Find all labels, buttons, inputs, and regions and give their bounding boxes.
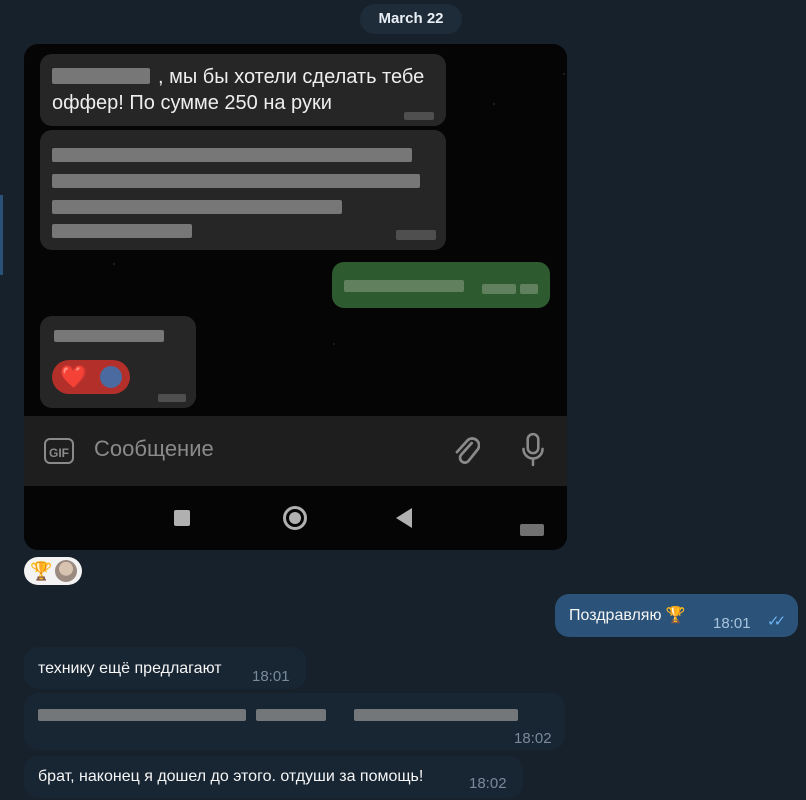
heart-icon: ❤️ [60,364,88,389]
phone-bubble-redacted [40,130,446,250]
message-bubble-incoming[interactable]: брат, наконец я дошел до этого. отдуши з… [24,756,523,798]
gif-icon: GIF [44,438,74,464]
photo-time-redacted [520,524,544,536]
message-time: 18:02 [514,730,552,747]
heart-reaction: ❤️ [52,360,130,394]
home-icon [283,506,307,530]
date-separator: March 22 [360,4,462,34]
message-text: брат, наконец я дошел до этого. отдуши з… [38,768,424,785]
redacted-time [482,284,516,294]
redacted-line [54,330,164,342]
message-bubble-incoming[interactable]: 18:02 [24,693,565,750]
message-text: технику ещё предлагают [38,660,222,677]
message-reactions[interactable]: 🏆 [24,557,82,585]
redacted-line [52,174,420,188]
offer-text-line1: , мы бы хотели сделать тебе [158,66,425,88]
redacted-time [404,112,434,120]
message-time: 18:01 [713,615,751,632]
phone-input-bar: GIF Сообщение [24,416,567,486]
paperclip-icon [455,437,480,464]
redacted-time [158,394,186,402]
redacted-time [396,230,436,240]
microphone-icon [522,432,544,467]
redacted-line [344,280,464,292]
photo-message[interactable]: , мы бы хотели сделать тебе оффер! По су… [24,44,567,550]
redacted-line [256,709,326,721]
android-navbar [24,486,567,550]
read-checks-icon: ✓✓ [767,613,786,630]
message-bubble-outgoing[interactable]: Поздравляю 🏆 18:01 ✓✓ [555,594,798,637]
message-placeholder: Сообщение [94,436,214,461]
redacted-checks [520,284,538,294]
message-text: Поздравляю 🏆 [569,607,686,624]
back-icon [396,508,412,528]
message-bubble-incoming[interactable]: технику ещё предлагают 18:01 [24,647,306,689]
redacted-line [354,709,518,721]
redacted-line [52,148,412,162]
redacted-line [52,224,192,238]
message-time: 18:02 [469,775,507,792]
trophy-icon: 🏆 [30,561,53,581]
avatar [100,366,122,388]
chat-left-accent [0,195,3,275]
redacted-name [52,68,150,84]
redacted-line [52,200,342,214]
phone-bubble-reaction: ❤️ [40,316,196,408]
message-time: 18:01 [252,668,290,685]
recents-icon [174,510,190,526]
offer-text-line2: оффер! По сумме 250 на руки [52,92,332,114]
phone-bubble-outgoing [332,262,550,308]
phone-bubble-offer: , мы бы хотели сделать тебе оффер! По су… [40,54,446,126]
avatar [55,560,77,582]
redacted-line [38,709,246,721]
